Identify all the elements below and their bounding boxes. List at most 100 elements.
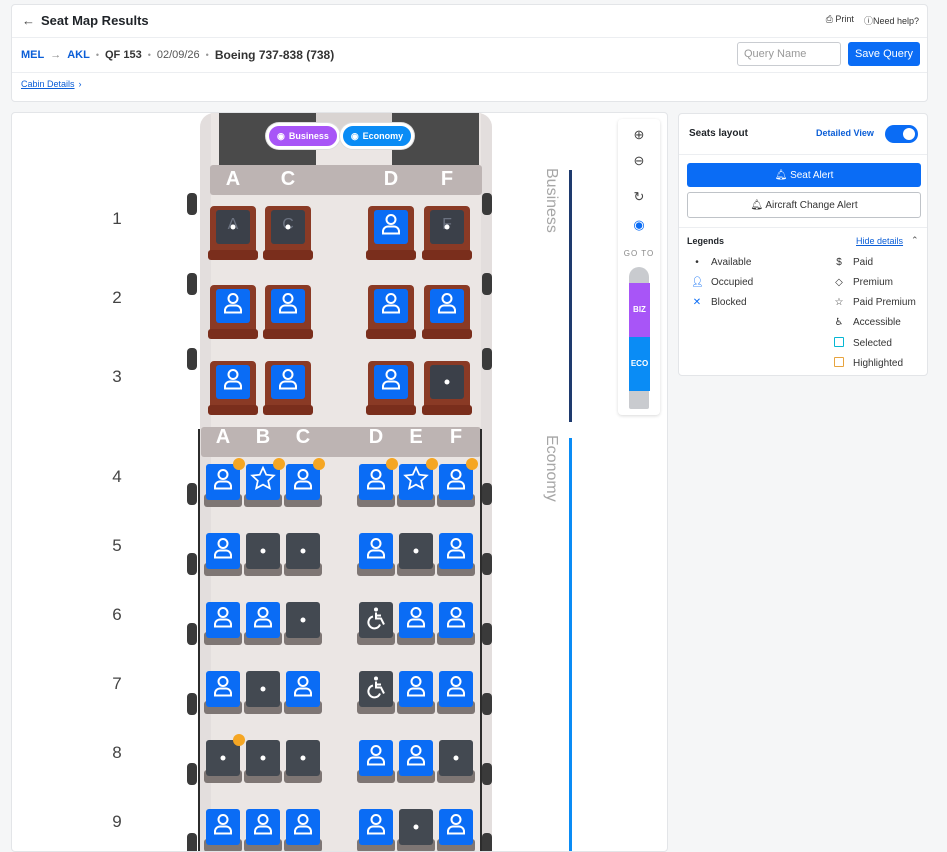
- dollar-icon: $: [836, 257, 842, 268]
- hide-details-link[interactable]: Hide details: [856, 236, 903, 246]
- minimap-biz[interactable]: BIZ: [629, 283, 650, 337]
- seat-3A[interactable]: [208, 361, 258, 419]
- zoom-out-icon[interactable]: ⊖: [618, 153, 660, 169]
- seat-map[interactable]: ◉Business ◉Economy 123456789ACDFABCDEFAC…: [11, 112, 668, 852]
- seat-1A[interactable]: A: [208, 206, 258, 264]
- seat-2C[interactable]: [263, 285, 313, 343]
- seat-alert-button[interactable]: 🔔︎ Seat Alert: [687, 163, 921, 187]
- detailed-view-toggle[interactable]: [885, 125, 918, 143]
- cabin-details-link[interactable]: Cabin Details ›: [21, 79, 82, 89]
- arrow-left-icon[interactable]: ←: [22, 13, 35, 28]
- chevron-up-icon[interactable]: ⌃: [911, 235, 919, 246]
- print-link[interactable]: ⎙ Print: [826, 14, 854, 27]
- seat-9E[interactable]: [397, 809, 435, 851]
- seat-4B[interactable]: [244, 464, 282, 508]
- person-icon: [213, 607, 233, 634]
- seat-7B[interactable]: [244, 671, 282, 715]
- printer-icon: ⎙: [825, 14, 833, 24]
- seat-8F[interactable]: [437, 740, 475, 784]
- seat-8E[interactable]: [397, 740, 435, 784]
- aircraft-change-alert-button[interactable]: 🔔︎ Aircraft Change Alert: [687, 192, 921, 218]
- business-cabin-button[interactable]: ◉ Business: [266, 123, 340, 149]
- seat-5D[interactable]: [357, 533, 395, 577]
- seat-4A[interactable]: [204, 464, 242, 508]
- query-name-input[interactable]: [737, 42, 841, 66]
- fuselage-window: [482, 763, 492, 785]
- seat-8C[interactable]: [284, 740, 322, 784]
- seat-1C[interactable]: C: [263, 206, 313, 264]
- legend-selected: Selected: [833, 337, 892, 350]
- eye-icon: ◉: [277, 130, 285, 141]
- save-query-button[interactable]: Save Query: [848, 42, 920, 66]
- person-icon: [278, 369, 298, 396]
- seat-4E[interactable]: [397, 464, 435, 508]
- economy-col-A: A: [215, 426, 231, 448]
- fuselage-window: [187, 623, 197, 645]
- help-link[interactable]: ⓘNeed help?: [864, 14, 919, 27]
- seat-6F[interactable]: [437, 602, 475, 646]
- reset-icon[interactable]: ↻: [618, 189, 660, 205]
- dot-icon: [444, 379, 450, 385]
- dot-icon: [285, 224, 291, 230]
- fuselage-window: [187, 348, 197, 370]
- seat-9D[interactable]: [357, 809, 395, 851]
- seat-4D[interactable]: [357, 464, 395, 508]
- seat-3F[interactable]: [422, 361, 472, 419]
- economy-column-header: [201, 427, 481, 457]
- business-section-label: Business: [543, 168, 560, 233]
- seat-7A[interactable]: [204, 671, 242, 715]
- seat-9B[interactable]: [244, 809, 282, 851]
- seat-3C[interactable]: [263, 361, 313, 419]
- seat-1D[interactable]: [366, 206, 416, 264]
- seat-5E[interactable]: [397, 533, 435, 577]
- economy-cabin-button[interactable]: ◉ Economy: [340, 123, 414, 149]
- minimap-eco[interactable]: ECO: [629, 337, 650, 391]
- person-icon: [213, 469, 233, 496]
- seat-6A[interactable]: [204, 602, 242, 646]
- seat-6C[interactable]: [284, 602, 322, 646]
- seat-6E[interactable]: [397, 602, 435, 646]
- zoom-in-icon[interactable]: ⊕: [618, 127, 660, 143]
- seat-6D[interactable]: [357, 602, 395, 646]
- legends-title: Legends: [687, 236, 725, 246]
- seat-9F[interactable]: [437, 809, 475, 851]
- seat-2A[interactable]: [208, 285, 258, 343]
- seat-4C[interactable]: [284, 464, 322, 508]
- seat-8B[interactable]: [244, 740, 282, 784]
- seat-5A[interactable]: [204, 533, 242, 577]
- x-icon: ✕: [692, 297, 702, 308]
- accessible-icon: [364, 606, 388, 635]
- fuselage-window: [482, 273, 492, 295]
- seat-5F[interactable]: [437, 533, 475, 577]
- dot-icon: [444, 224, 450, 230]
- eye-icon[interactable]: ◉: [618, 217, 660, 233]
- flight-summary: MEL → AKL • QF 153 • 02/09/26 • Boeing 7…: [21, 48, 335, 62]
- seat-8D[interactable]: [357, 740, 395, 784]
- person-icon: [253, 814, 273, 841]
- fuselage-window: [482, 623, 492, 645]
- dot-icon: [260, 686, 266, 692]
- person-icon: [223, 293, 243, 320]
- seat-6B[interactable]: [244, 602, 282, 646]
- dot-icon: [300, 617, 306, 623]
- person-icon: [293, 676, 313, 703]
- seat-7D[interactable]: [357, 671, 395, 715]
- seat-2F[interactable]: [422, 285, 472, 343]
- seat-7C[interactable]: [284, 671, 322, 715]
- person-icon: 👤︎: [691, 277, 704, 288]
- seat-4F[interactable]: [437, 464, 475, 508]
- person-icon: [366, 538, 386, 565]
- seat-7F[interactable]: [437, 671, 475, 715]
- seat-5B[interactable]: [244, 533, 282, 577]
- business-section-bar: [569, 170, 572, 422]
- economy-col-E: E: [409, 426, 423, 448]
- seat-1F[interactable]: F: [422, 206, 472, 264]
- seat-3D[interactable]: [366, 361, 416, 419]
- seat-8A[interactable]: [204, 740, 242, 784]
- seat-5C[interactable]: [284, 533, 322, 577]
- seat-7E[interactable]: [397, 671, 435, 715]
- seat-9A[interactable]: [204, 809, 242, 851]
- seat-9C[interactable]: [284, 809, 322, 851]
- economy-section-label: Economy: [543, 435, 560, 502]
- seat-2D[interactable]: [366, 285, 416, 343]
